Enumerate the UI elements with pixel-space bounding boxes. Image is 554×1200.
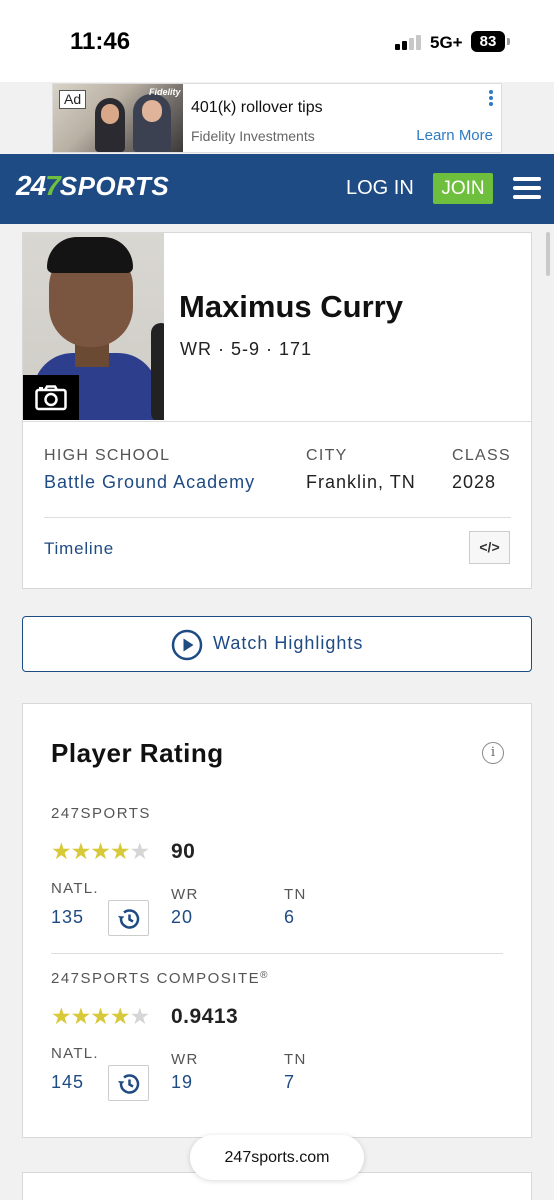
rank-history-button[interactable]	[108, 900, 149, 936]
info-icon[interactable]: i	[482, 742, 504, 764]
city-value: Franklin, TN	[306, 472, 416, 492]
join-button[interactable]: JOIN	[433, 173, 493, 204]
divider	[23, 421, 531, 422]
player-position-size: WR · 5-9 · 171	[180, 339, 313, 359]
embed-code-button[interactable]: </>	[469, 531, 510, 564]
hamburger-icon[interactable]	[513, 177, 541, 201]
natl-rank-label: NATL.	[51, 1045, 99, 1062]
player-profile-card: Maximus Curry WR · 5-9 · 171 HIGH SCHOOL…	[22, 232, 532, 589]
divider	[44, 517, 511, 518]
status-bar: 11:46 5G+ 83	[0, 0, 554, 82]
scrollbar[interactable]	[546, 232, 550, 276]
ad-title[interactable]: 401(k) rollover tips	[191, 99, 323, 117]
browser-url-bar[interactable]: 247sports.com	[190, 1135, 364, 1180]
timeline-link[interactable]: Timeline	[44, 539, 114, 559]
class-label: CLASS	[452, 447, 511, 464]
ad-options-icon[interactable]	[489, 90, 493, 108]
natl-rank-value[interactable]: 145	[51, 1072, 84, 1093]
signal-icon	[395, 34, 423, 50]
state-rank-value[interactable]: 6	[284, 907, 295, 928]
watch-highlights-button[interactable]: Watch Highlights	[22, 616, 532, 672]
site-header: 247SPORTS LOG IN JOIN	[0, 154, 554, 224]
high-school-link[interactable]: Battle Ground Academy	[44, 472, 255, 493]
ad-brand: Fidelity	[149, 87, 181, 97]
watch-highlights-label: Watch Highlights	[213, 633, 364, 653]
natl-rank-label: NATL.	[51, 880, 99, 897]
history-icon	[118, 909, 140, 929]
player-rating-title: Player Rating	[51, 738, 224, 768]
rating-source-247sports: 247SPORTS	[51, 805, 151, 822]
rating-score-247sports: 90	[171, 840, 196, 863]
camera-icon[interactable]	[23, 375, 79, 420]
rating-source-composite: 247SPORTS COMPOSITE®	[51, 970, 269, 987]
login-link[interactable]: LOG IN	[346, 177, 414, 200]
clock: 11:46	[70, 28, 131, 55]
rating-score-composite: 0.9413	[171, 1005, 239, 1028]
class-value: 2028	[452, 472, 497, 492]
high-school-label: HIGH SCHOOL	[44, 447, 171, 464]
star-rating-247sports: ★★★★★	[51, 838, 151, 864]
ad-tag: Ad	[59, 90, 87, 109]
rank-history-button[interactable]	[108, 1065, 149, 1101]
state-rank-label: TN	[284, 886, 307, 903]
player-photo[interactable]	[23, 233, 164, 420]
position-rank-value[interactable]: 20	[171, 907, 193, 928]
ad-banner[interactable]: Fidelity Ad 401(k) rollover tips Fidelit…	[52, 83, 502, 153]
247sports-logo[interactable]: 247SPORTS	[16, 170, 169, 210]
position-rank-label: WR	[171, 886, 199, 903]
position-rank-label: WR	[171, 1051, 199, 1068]
state-rank-value[interactable]: 7	[284, 1072, 295, 1093]
ad-learn-more-link[interactable]: Learn More	[416, 127, 493, 144]
battery-level: 83	[471, 31, 505, 52]
star-rating-composite: ★★★★★	[51, 1003, 151, 1029]
history-icon	[118, 1074, 140, 1094]
network-type: 5G+	[430, 33, 463, 52]
play-icon	[171, 629, 203, 661]
ad-advertiser: Fidelity Investments	[191, 128, 315, 144]
position-rank-value[interactable]: 19	[171, 1072, 193, 1093]
player-rating-card: Player Rating i 247SPORTS ★★★★★ 90 NATL.…	[22, 703, 532, 1138]
city-label: CITY	[306, 447, 348, 464]
player-name: Maximus Curry	[179, 289, 403, 324]
natl-rank-value[interactable]: 135	[51, 907, 84, 928]
state-rank-label: TN	[284, 1051, 307, 1068]
battery-icon: 83	[471, 31, 511, 52]
divider	[51, 953, 503, 954]
